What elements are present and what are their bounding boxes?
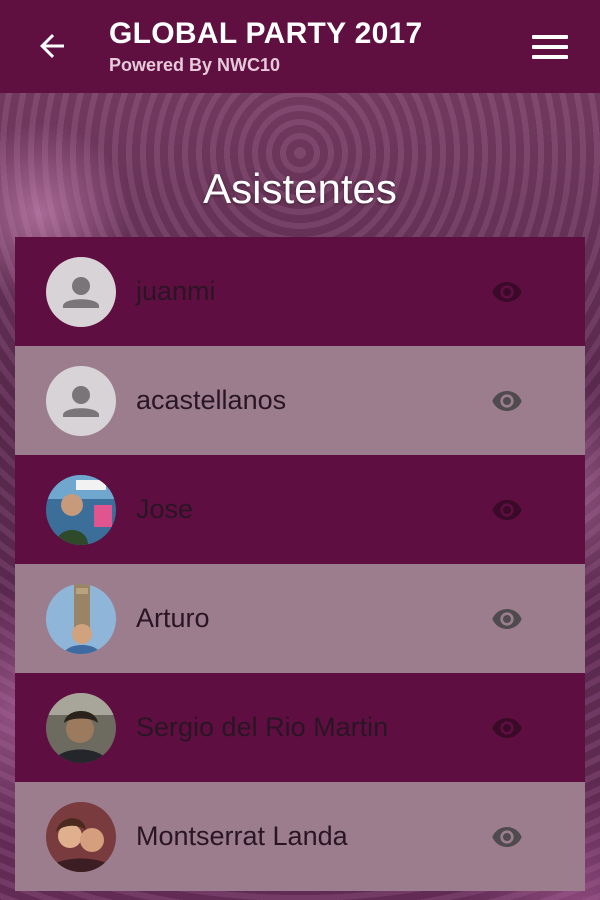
avatar (46, 365, 116, 436)
avatar (46, 692, 116, 763)
list-item[interactable]: juanmi (15, 237, 585, 346)
list-item[interactable]: acastellanos (15, 346, 585, 455)
eye-icon[interactable] (485, 385, 529, 417)
eye-icon[interactable] (485, 276, 529, 308)
hamburger-menu-icon (532, 35, 568, 59)
app-subtitle: Powered By NWC10 (109, 55, 281, 75)
app-bar: GLOBAL PARTY 2017 Powered By NWC10 (0, 0, 600, 93)
person-placeholder-icon (63, 385, 99, 417)
app-title-block: GLOBAL PARTY 2017 Powered By NWC10 (109, 16, 423, 76)
attendee-list: juanmi acastellanos Jose Arturo Sergio d… (15, 237, 585, 891)
avatar (46, 256, 116, 327)
avatar (46, 583, 116, 654)
user-photo (46, 474, 116, 545)
user-photo (46, 801, 116, 872)
person-placeholder-icon (63, 276, 99, 308)
back-button[interactable] (34, 28, 70, 64)
app-title: GLOBAL PARTY 2017 (109, 17, 423, 50)
eye-icon[interactable] (485, 821, 529, 853)
eye-icon[interactable] (485, 494, 529, 526)
avatar (46, 474, 116, 545)
arrow-back-icon (40, 34, 64, 58)
list-item[interactable]: Montserrat Landa (15, 782, 585, 891)
eye-icon[interactable] (485, 603, 529, 635)
menu-button[interactable] (532, 35, 568, 61)
user-photo (46, 692, 116, 763)
list-item[interactable]: Sergio del Rio Martin (15, 673, 585, 782)
section-title: Asistentes (203, 165, 397, 212)
avatar (46, 801, 116, 872)
user-photo (46, 583, 116, 654)
list-item[interactable]: Arturo (15, 564, 585, 673)
eye-icon[interactable] (485, 712, 529, 744)
list-item[interactable]: Jose (15, 455, 585, 564)
